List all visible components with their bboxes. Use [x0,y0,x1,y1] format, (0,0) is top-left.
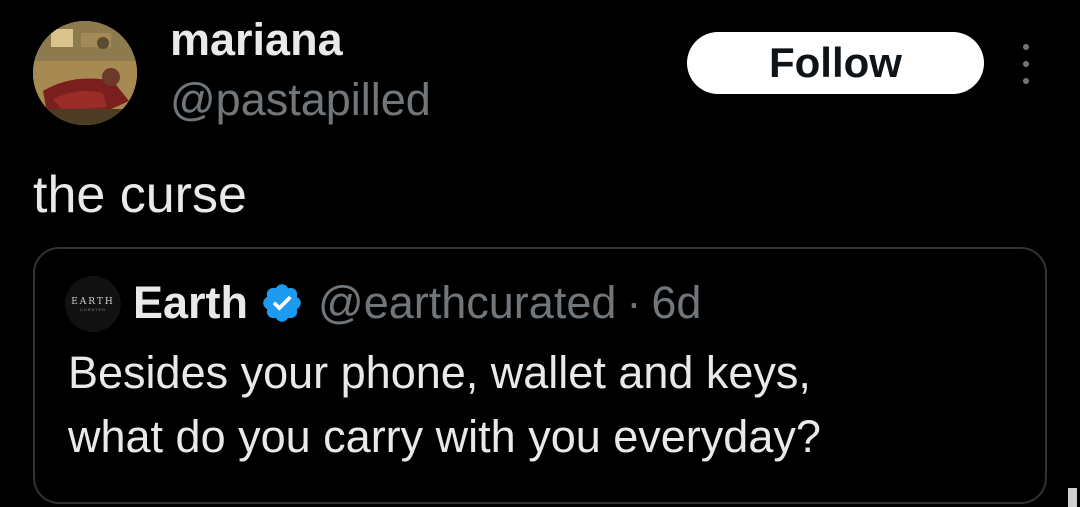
author-handle[interactable]: @pastapilled [170,72,431,128]
quoted-text-line: Besides your phone, wallet and keys, [68,347,811,398]
more-dot [1023,61,1029,67]
follow-button-label: Follow [769,39,902,86]
author-avatar[interactable] [33,21,137,125]
follow-button[interactable]: Follow [687,32,984,94]
quoted-text-line: what do you carry with you everyday? [68,411,821,462]
quoted-tweet-timestamp[interactable]: 6d [651,277,701,329]
author-display-name[interactable]: mariana [170,12,343,68]
quoted-tweet[interactable]: EARTH CURATED Earth @earthcurated · 6d B… [33,247,1047,504]
scrollbar-thumb[interactable] [1068,488,1077,507]
avatar-photo-icon [33,21,137,125]
quoted-tweet-header: Earth @earthcurated · 6d [133,273,701,333]
quoted-avatar-logo-subtext: CURATED [79,306,107,312]
separator-dot: · [626,277,642,328]
quoted-author-name[interactable]: Earth [133,277,248,329]
tweet-text: the curse [33,166,247,224]
tweet-card: mariana @pastapilled Follow the curse EA… [0,0,1080,507]
more-dot [1023,78,1029,84]
quoted-tweet-text: Besides your phone, wallet and keys, wha… [68,341,1028,469]
more-dot [1023,44,1029,50]
quoted-avatar-logo-text: EARTH [71,296,115,307]
more-vertical-icon[interactable] [1015,44,1037,84]
verified-badge-icon [263,284,301,322]
quoted-author-avatar[interactable]: EARTH CURATED [65,276,121,332]
quoted-author-handle[interactable]: @earthcurated [318,277,616,329]
